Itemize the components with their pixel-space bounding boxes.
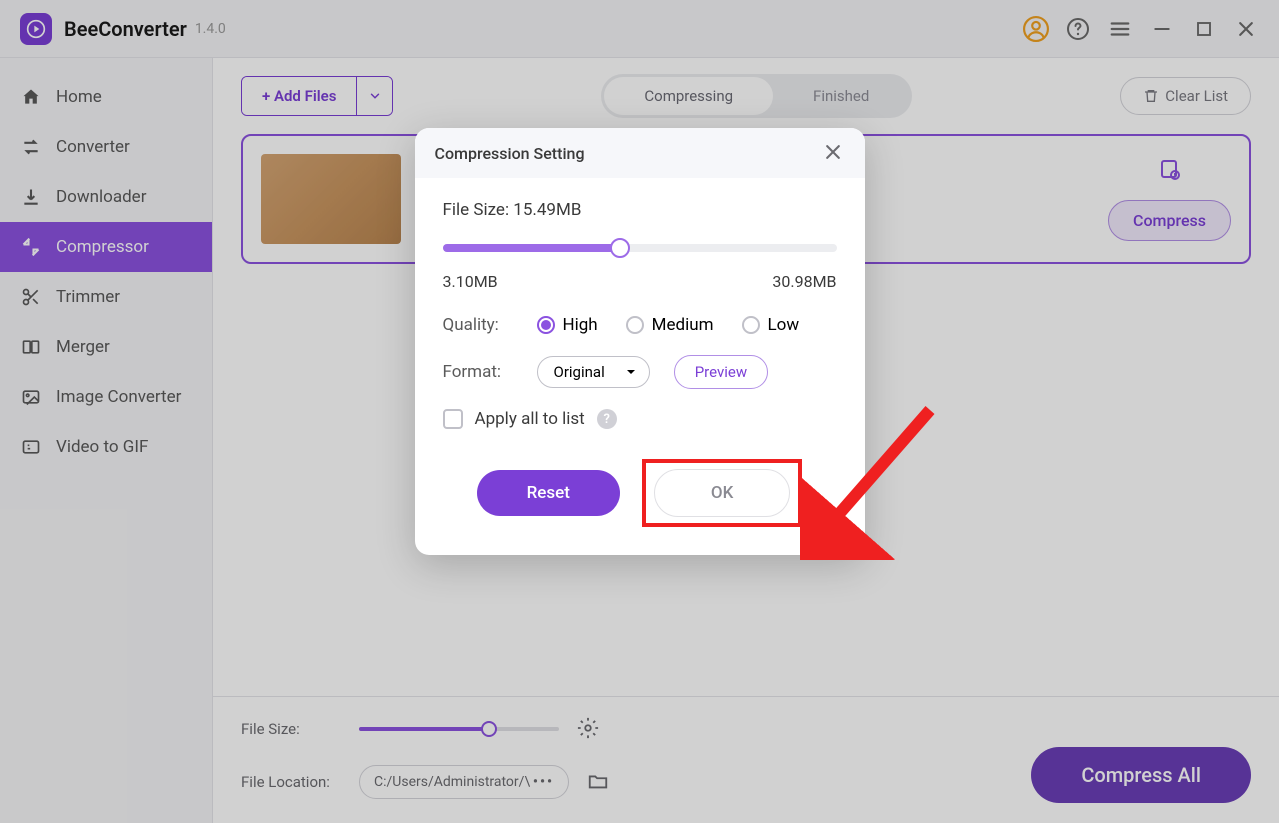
apply-all-checkbox[interactable] xyxy=(443,409,463,429)
radio-icon xyxy=(742,316,760,334)
reset-button[interactable]: Reset xyxy=(477,470,620,516)
format-value: Original xyxy=(554,363,605,381)
modal-file-size-slider[interactable] xyxy=(443,238,837,258)
modal-title: Compression Setting xyxy=(435,144,585,163)
compression-setting-modal: Compression Setting File Size: 15.49MB 3… xyxy=(415,128,865,555)
format-label: Format: xyxy=(443,362,513,382)
format-select[interactable]: Original xyxy=(537,356,650,388)
modal-overlay: Compression Setting File Size: 15.49MB 3… xyxy=(0,0,1279,823)
modal-file-size-label: File Size: 15.49MB xyxy=(443,200,837,220)
chevron-down-icon xyxy=(625,366,637,378)
quality-high-radio[interactable]: High xyxy=(537,315,598,335)
quality-radio-group: High Medium Low xyxy=(537,315,800,335)
quality-label: Quality: xyxy=(443,315,513,335)
apply-all-label: Apply all to list xyxy=(475,409,585,429)
ok-button[interactable]: OK xyxy=(654,469,790,517)
radio-icon xyxy=(537,316,555,334)
apply-all-help-icon[interactable]: ? xyxy=(597,409,617,429)
preview-button[interactable]: Preview xyxy=(674,355,768,389)
radio-icon xyxy=(626,316,644,334)
modal-max-size: 30.98MB xyxy=(772,272,836,291)
modal-min-size: 3.10MB xyxy=(443,272,498,291)
quality-medium-radio[interactable]: Medium xyxy=(626,315,714,335)
ok-highlight-annotation: OK xyxy=(642,459,802,527)
quality-low-radio[interactable]: Low xyxy=(742,315,800,335)
modal-close-icon[interactable] xyxy=(823,142,845,164)
